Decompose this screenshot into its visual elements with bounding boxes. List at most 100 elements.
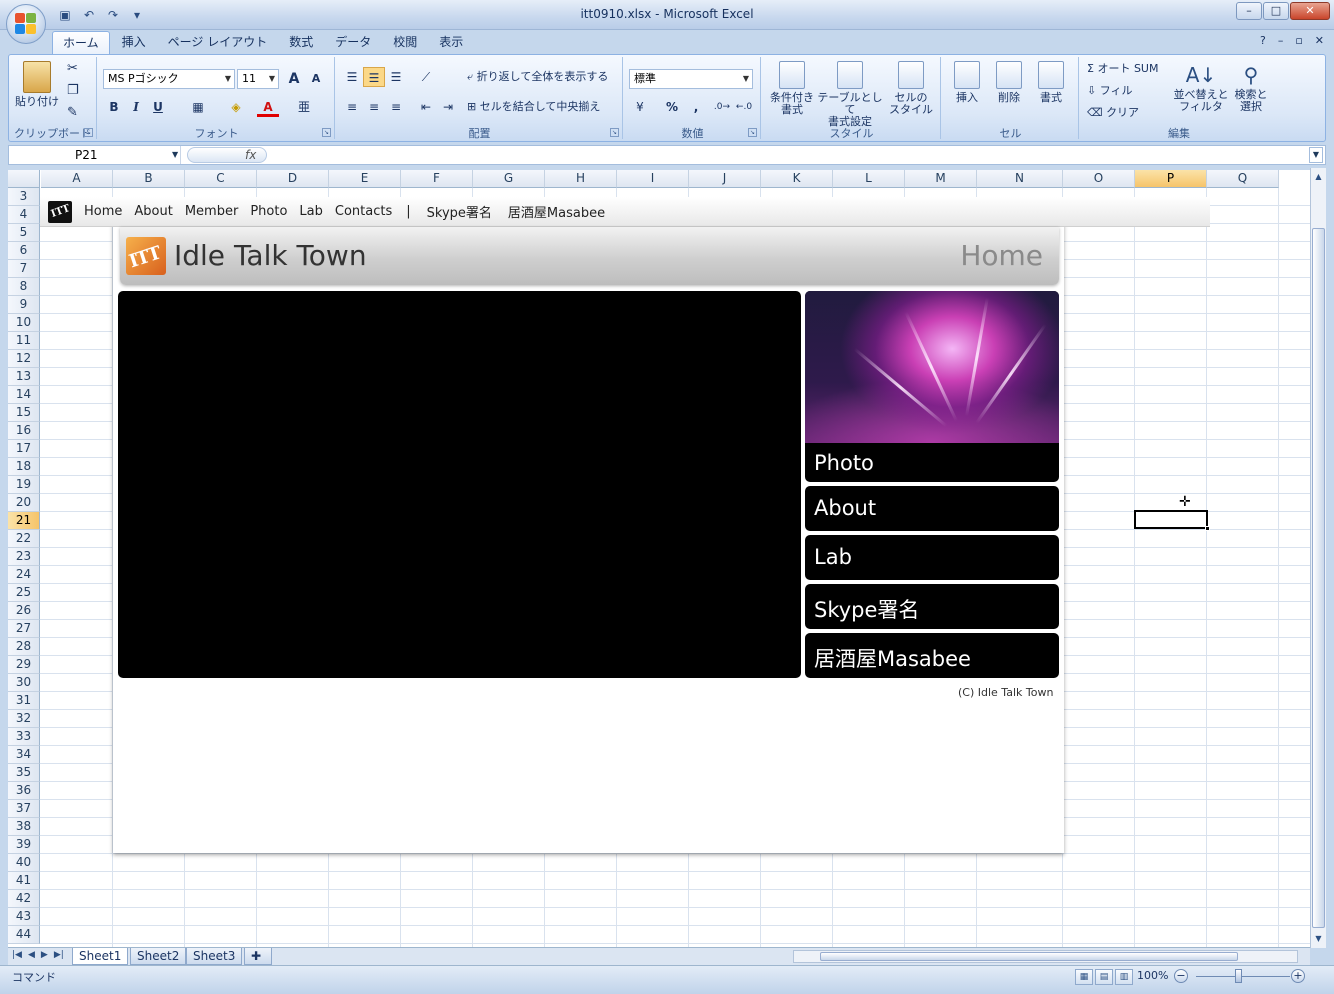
column-header[interactable]: E	[329, 170, 401, 188]
row-header[interactable]: 42	[8, 890, 40, 908]
column-header[interactable]: G	[473, 170, 545, 188]
cell-styles-button[interactable]: セルの スタイル	[885, 61, 937, 116]
insert-cells-button[interactable]: 挿入	[947, 61, 987, 104]
align-middle-icon[interactable]: ☰	[363, 67, 385, 87]
copy-icon[interactable]: ❐	[67, 84, 79, 97]
row-header[interactable]: 5	[8, 224, 40, 242]
row-header[interactable]: 28	[8, 638, 40, 656]
decrease-indent-icon[interactable]: ⇤	[415, 97, 437, 117]
currency-icon[interactable]: ¥	[629, 97, 651, 117]
row-header[interactable]: 24	[8, 566, 40, 584]
vertical-scroll-thumb[interactable]	[1312, 228, 1325, 928]
row-header[interactable]: 14	[8, 386, 40, 404]
percent-button[interactable]: %	[661, 97, 683, 117]
format-as-table-button[interactable]: テーブルとして 書式設定	[815, 61, 885, 128]
font-launcher-icon[interactable]: ↘	[322, 128, 331, 137]
zoom-slider-thumb[interactable]	[1235, 969, 1242, 983]
increase-decimal-icon[interactable]: .0→	[711, 97, 733, 117]
row-header[interactable]: 30	[8, 674, 40, 692]
column-header[interactable]: Q	[1207, 170, 1279, 188]
row-header[interactable]: 37	[8, 800, 40, 818]
column-header[interactable]: L	[833, 170, 905, 188]
delete-cells-button[interactable]: 削除	[989, 61, 1029, 104]
zoom-slider-track[interactable]	[1196, 976, 1290, 977]
comma-button[interactable]: ,	[685, 97, 707, 117]
row-header[interactable]: 12	[8, 350, 40, 368]
row-header[interactable]: 15	[8, 404, 40, 422]
fill-handle[interactable]	[1205, 526, 1210, 531]
row-header[interactable]: 34	[8, 746, 40, 764]
zoom-out-button[interactable]: −	[1174, 969, 1188, 983]
row-header[interactable]: 43	[8, 908, 40, 926]
column-header[interactable]: M	[905, 170, 977, 188]
maximize-button[interactable]: □	[1263, 2, 1289, 20]
chevron-down-icon[interactable]: ▼	[172, 146, 178, 164]
sheet-tab-3[interactable]: Sheet3	[186, 948, 243, 965]
bold-button[interactable]: B	[103, 97, 125, 117]
insert-sheet-icon[interactable]: ✚	[244, 948, 272, 965]
vertical-scrollbar[interactable]: ▲ ▼	[1310, 168, 1326, 948]
page-break-view-icon[interactable]: ▥	[1115, 969, 1133, 985]
fill-color-icon[interactable]: ◈	[225, 97, 247, 117]
row-header[interactable]: 17	[8, 440, 40, 458]
row-header[interactable]: 41	[8, 872, 40, 890]
row-header[interactable]: 20	[8, 494, 40, 512]
insert-function-button[interactable]: fx	[245, 146, 256, 164]
next-sheet-icon[interactable]: ▶	[41, 950, 48, 960]
help-icon[interactable]: ?	[1260, 34, 1266, 47]
row-header[interactable]: 13	[8, 368, 40, 386]
worksheet-grid[interactable]: ABCDEFGHIJKLMNOPQ 3 4 5 6 7 8 9 10 11 12 13 14 15 16 1…	[8, 170, 1310, 947]
fill-button[interactable]: ⇩ フィル	[1087, 85, 1133, 97]
row-header[interactable]: 40	[8, 854, 40, 872]
column-header[interactable]: C	[185, 170, 257, 188]
prev-sheet-icon[interactable]: ◀	[28, 950, 35, 960]
increase-indent-icon[interactable]: ⇥	[437, 97, 459, 117]
align-bottom-icon[interactable]: ☰	[385, 67, 407, 87]
row-header[interactable]: 33	[8, 728, 40, 746]
align-center-icon[interactable]: ≡	[363, 97, 385, 117]
shrink-font-button[interactable]: A	[305, 69, 327, 89]
row-header[interactable]: 4	[8, 206, 40, 224]
find-select-button[interactable]: ⚲ 検索と 選択	[1229, 61, 1273, 113]
expand-formula-bar-button[interactable]: ▼	[1309, 147, 1323, 163]
row-header[interactable]: 23	[8, 548, 40, 566]
close-button[interactable]: ✕	[1290, 2, 1330, 20]
column-header[interactable]: O	[1063, 170, 1135, 188]
tab-review[interactable]: 校閲	[383, 31, 427, 54]
borders-icon[interactable]: ▦	[187, 97, 209, 117]
decrease-decimal-icon[interactable]: ←.0	[733, 97, 755, 117]
align-top-icon[interactable]: ☰	[341, 67, 363, 87]
phonetic-icon[interactable]: 亜	[293, 97, 315, 117]
row-header[interactable]: 27	[8, 620, 40, 638]
workbook-minimize-button[interactable]: –	[1278, 34, 1284, 47]
horizontal-scroll-thumb[interactable]	[820, 952, 1238, 961]
row-header[interactable]: 9	[8, 296, 40, 314]
select-all-corner[interactable]	[8, 170, 40, 188]
row-header[interactable]: 11	[8, 332, 40, 350]
tab-view[interactable]: 表示	[429, 31, 473, 54]
row-header[interactable]: 18	[8, 458, 40, 476]
clear-button[interactable]: ⌫ クリア	[1087, 107, 1139, 119]
tab-formulas[interactable]: 数式	[279, 31, 323, 54]
row-header[interactable]: 19	[8, 476, 40, 494]
row-header[interactable]: 36	[8, 782, 40, 800]
cut-icon[interactable]: ✂	[67, 62, 78, 75]
page-layout-view-icon[interactable]: ▤	[1095, 969, 1113, 985]
format-cells-button[interactable]: 書式	[1031, 61, 1071, 104]
underline-button[interactable]: U	[147, 97, 169, 117]
column-header[interactable]: F	[401, 170, 473, 188]
row-header[interactable]: 6	[8, 242, 40, 260]
row-header[interactable]: 35	[8, 764, 40, 782]
font-size-combo[interactable]: 11 ▼	[237, 69, 279, 89]
name-box[interactable]: P21	[9, 146, 181, 164]
conditional-format-button[interactable]: 条件付き 書式	[767, 61, 817, 116]
row-header[interactable]: 44	[8, 926, 40, 944]
row-header[interactable]: 31	[8, 692, 40, 710]
workbook-close-button[interactable]: ✕	[1315, 34, 1324, 47]
italic-button[interactable]: I	[125, 97, 147, 117]
row-header[interactable]: 25	[8, 584, 40, 602]
paste-button[interactable]: 貼り付け	[15, 61, 59, 108]
row-header[interactable]: 16	[8, 422, 40, 440]
font-color-button[interactable]: A	[257, 97, 279, 117]
grow-font-button[interactable]: A	[283, 69, 305, 89]
